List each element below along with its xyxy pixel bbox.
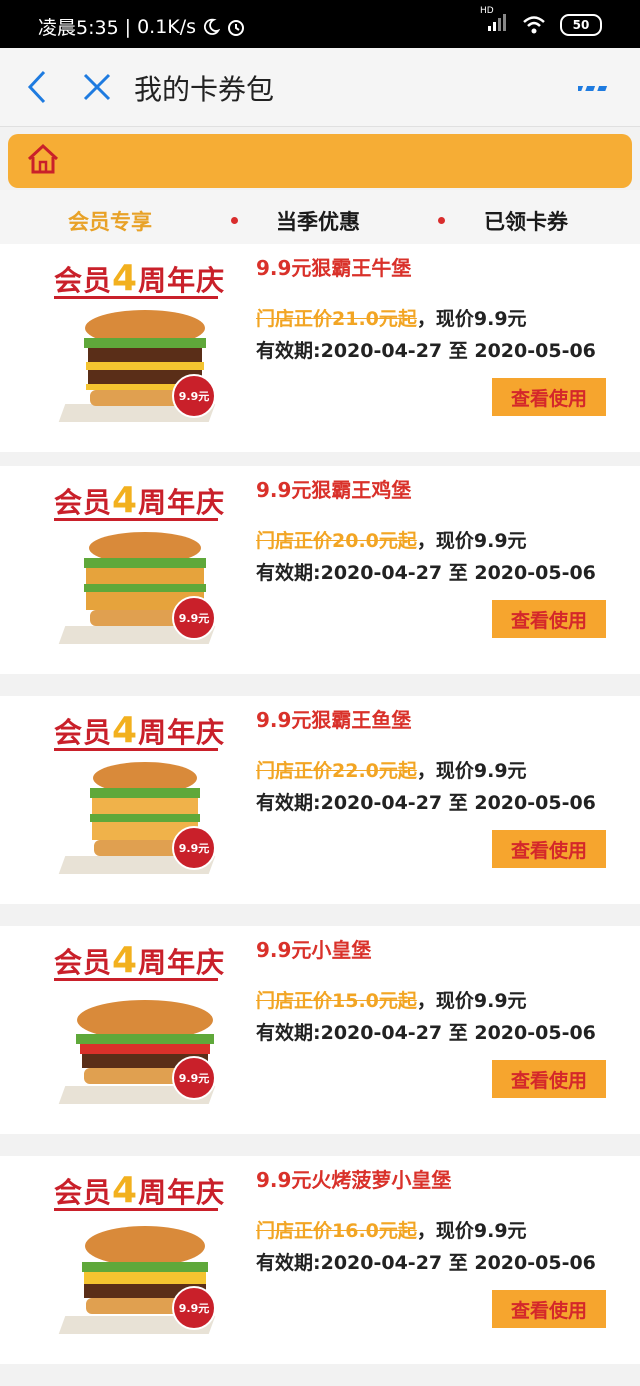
use-coupon-button[interactable]: 查看使用 — [492, 600, 606, 638]
battery-indicator: 50 — [560, 13, 602, 36]
tab-divider-dot — [231, 217, 238, 224]
coupon-card: 会员4周年庆 9.9元 9.9元狠霸王鸡堡 门店正价20.0元起，现价9.9元 … — [0, 466, 640, 674]
more-button[interactable] — [578, 78, 612, 98]
coupon-name: 9.9元小皇堡 — [256, 938, 372, 962]
coupon-card: 会员4周年庆 9.9元 9.9元火烤菠萝小皇堡 门店正价16.0元起，现价9.9… — [0, 1156, 640, 1364]
home-icon[interactable] — [26, 142, 60, 176]
coupon-name: 9.9元火烤菠萝小皇堡 — [256, 1168, 452, 1192]
promo-logo: 会员4周年庆 — [54, 940, 226, 981]
alarm-icon — [228, 19, 245, 36]
promo-logo: 会员4周年庆 — [54, 710, 226, 751]
promo-logo-underline — [54, 1208, 218, 1211]
price-badge: 9.9元 — [172, 1056, 216, 1100]
promo-logo-underline — [54, 296, 218, 299]
tab-member[interactable]: 会员专享 — [68, 206, 152, 236]
original-price: 门店正价22.0元起 — [256, 760, 417, 782]
coupon-name: 9.9元狠霸王鸡堡 — [256, 478, 412, 502]
coupon-name: 9.9元狠霸王牛堡 — [256, 256, 412, 280]
wifi-icon — [523, 15, 545, 33]
coupon-name: 9.9元狠霸王鱼堡 — [256, 708, 412, 732]
use-coupon-button[interactable]: 查看使用 — [492, 378, 606, 416]
promo-logo-underline — [54, 748, 218, 751]
signal-icon: HD — [480, 6, 508, 37]
original-price: 门店正价21.0元起 — [256, 308, 417, 330]
promo-image: 会员4周年庆 9.9元 — [46, 244, 246, 444]
back-button[interactable] — [22, 68, 52, 106]
app-header: 我的卡券包 — [0, 48, 640, 127]
coupon-validity: 有效期:2020-04-27 至 2020-05-06 — [256, 1022, 596, 1044]
hd-label: HD — [480, 6, 494, 16]
price-badge: 9.9元 — [172, 596, 216, 640]
promo-image: 会员4周年庆 9.9元 — [46, 466, 246, 666]
promo-logo-underline — [54, 518, 218, 521]
promo-logo: 会员4周年庆 — [54, 1170, 226, 1211]
status-speed: 0.1K/s — [137, 15, 197, 38]
status-bar: 凌晨5:35 | 0.1K/s HD 50 — [0, 0, 640, 48]
coupon-price: 门店正价15.0元起，现价9.9元 — [256, 986, 527, 1013]
tab-seasonal[interactable]: 当季优惠 — [276, 206, 360, 236]
coupon-price: 门店正价22.0元起，现价9.9元 — [256, 756, 527, 783]
coupon-card: 会员4周年庆 9.9元 9.9元狠霸王鱼堡 门店正价22.0元起，现价9.9元 … — [0, 696, 640, 904]
use-coupon-button[interactable]: 查看使用 — [492, 1060, 606, 1098]
promo-logo: 会员4周年庆 — [54, 258, 226, 299]
status-time: 凌晨5:35 — [38, 17, 119, 39]
coupon-price: 门店正价16.0元起，现价9.9元 — [256, 1216, 527, 1243]
current-price: ，现价9.9元 — [416, 760, 527, 782]
promo-logo-underline — [54, 978, 218, 981]
price-badge: 9.9元 — [172, 374, 216, 418]
promo-image: 会员4周年庆 9.9元 — [46, 1156, 246, 1356]
page-title: 我的卡券包 — [134, 73, 275, 106]
coupon-card: 会员4周年庆 9.9元 9.9元小皇堡 门店正价15.0元起，现价9.9元 有效… — [0, 926, 640, 1134]
coupon-price: 门店正价21.0元起，现价9.9元 — [256, 304, 527, 331]
tab-divider-dot — [438, 217, 445, 224]
use-coupon-button[interactable]: 查看使用 — [492, 1290, 606, 1328]
current-price: ，现价9.9元 — [416, 530, 527, 552]
top-banner — [8, 134, 632, 188]
coupon-validity: 有效期:2020-04-27 至 2020-05-06 — [256, 340, 596, 362]
close-button[interactable] — [80, 68, 114, 106]
tab-claimed[interactable]: 已领卡券 — [484, 206, 568, 236]
status-right: HD 50 — [480, 6, 602, 37]
promo-image: 会员4周年庆 9.9元 — [46, 926, 246, 1126]
use-coupon-button[interactable]: 查看使用 — [492, 830, 606, 868]
status-left: 凌晨5:35 | 0.1K/s — [38, 13, 246, 40]
current-price: ，现价9.9元 — [416, 308, 527, 330]
current-price: ，现价9.9元 — [416, 990, 527, 1012]
current-price: ，现价9.9元 — [416, 1220, 527, 1242]
coupon-validity: 有效期:2020-04-27 至 2020-05-06 — [256, 562, 596, 584]
coupon-validity: 有效期:2020-04-27 至 2020-05-06 — [256, 792, 596, 814]
price-badge: 9.9元 — [172, 826, 216, 870]
promo-image: 会员4周年庆 9.9元 — [46, 696, 246, 896]
coupon-card: 会员4周年庆 9.9元 9.9元狠霸王牛堡 门店正价21.0元起，现价9.9元 … — [0, 244, 640, 452]
promo-logo: 会员4周年庆 — [54, 480, 226, 521]
original-price: 门店正价16.0元起 — [256, 1220, 417, 1242]
original-price: 门店正价20.0元起 — [256, 530, 417, 552]
coupon-validity: 有效期:2020-04-27 至 2020-05-06 — [256, 1252, 596, 1274]
moon-icon — [204, 18, 221, 35]
coupon-price: 门店正价20.0元起，现价9.9元 — [256, 526, 527, 553]
original-price: 门店正价15.0元起 — [256, 990, 417, 1012]
status-separator: | — [124, 15, 132, 38]
price-badge: 9.9元 — [172, 1286, 216, 1330]
tab-bar: 会员专享 当季优惠 已领卡券 — [0, 190, 640, 244]
